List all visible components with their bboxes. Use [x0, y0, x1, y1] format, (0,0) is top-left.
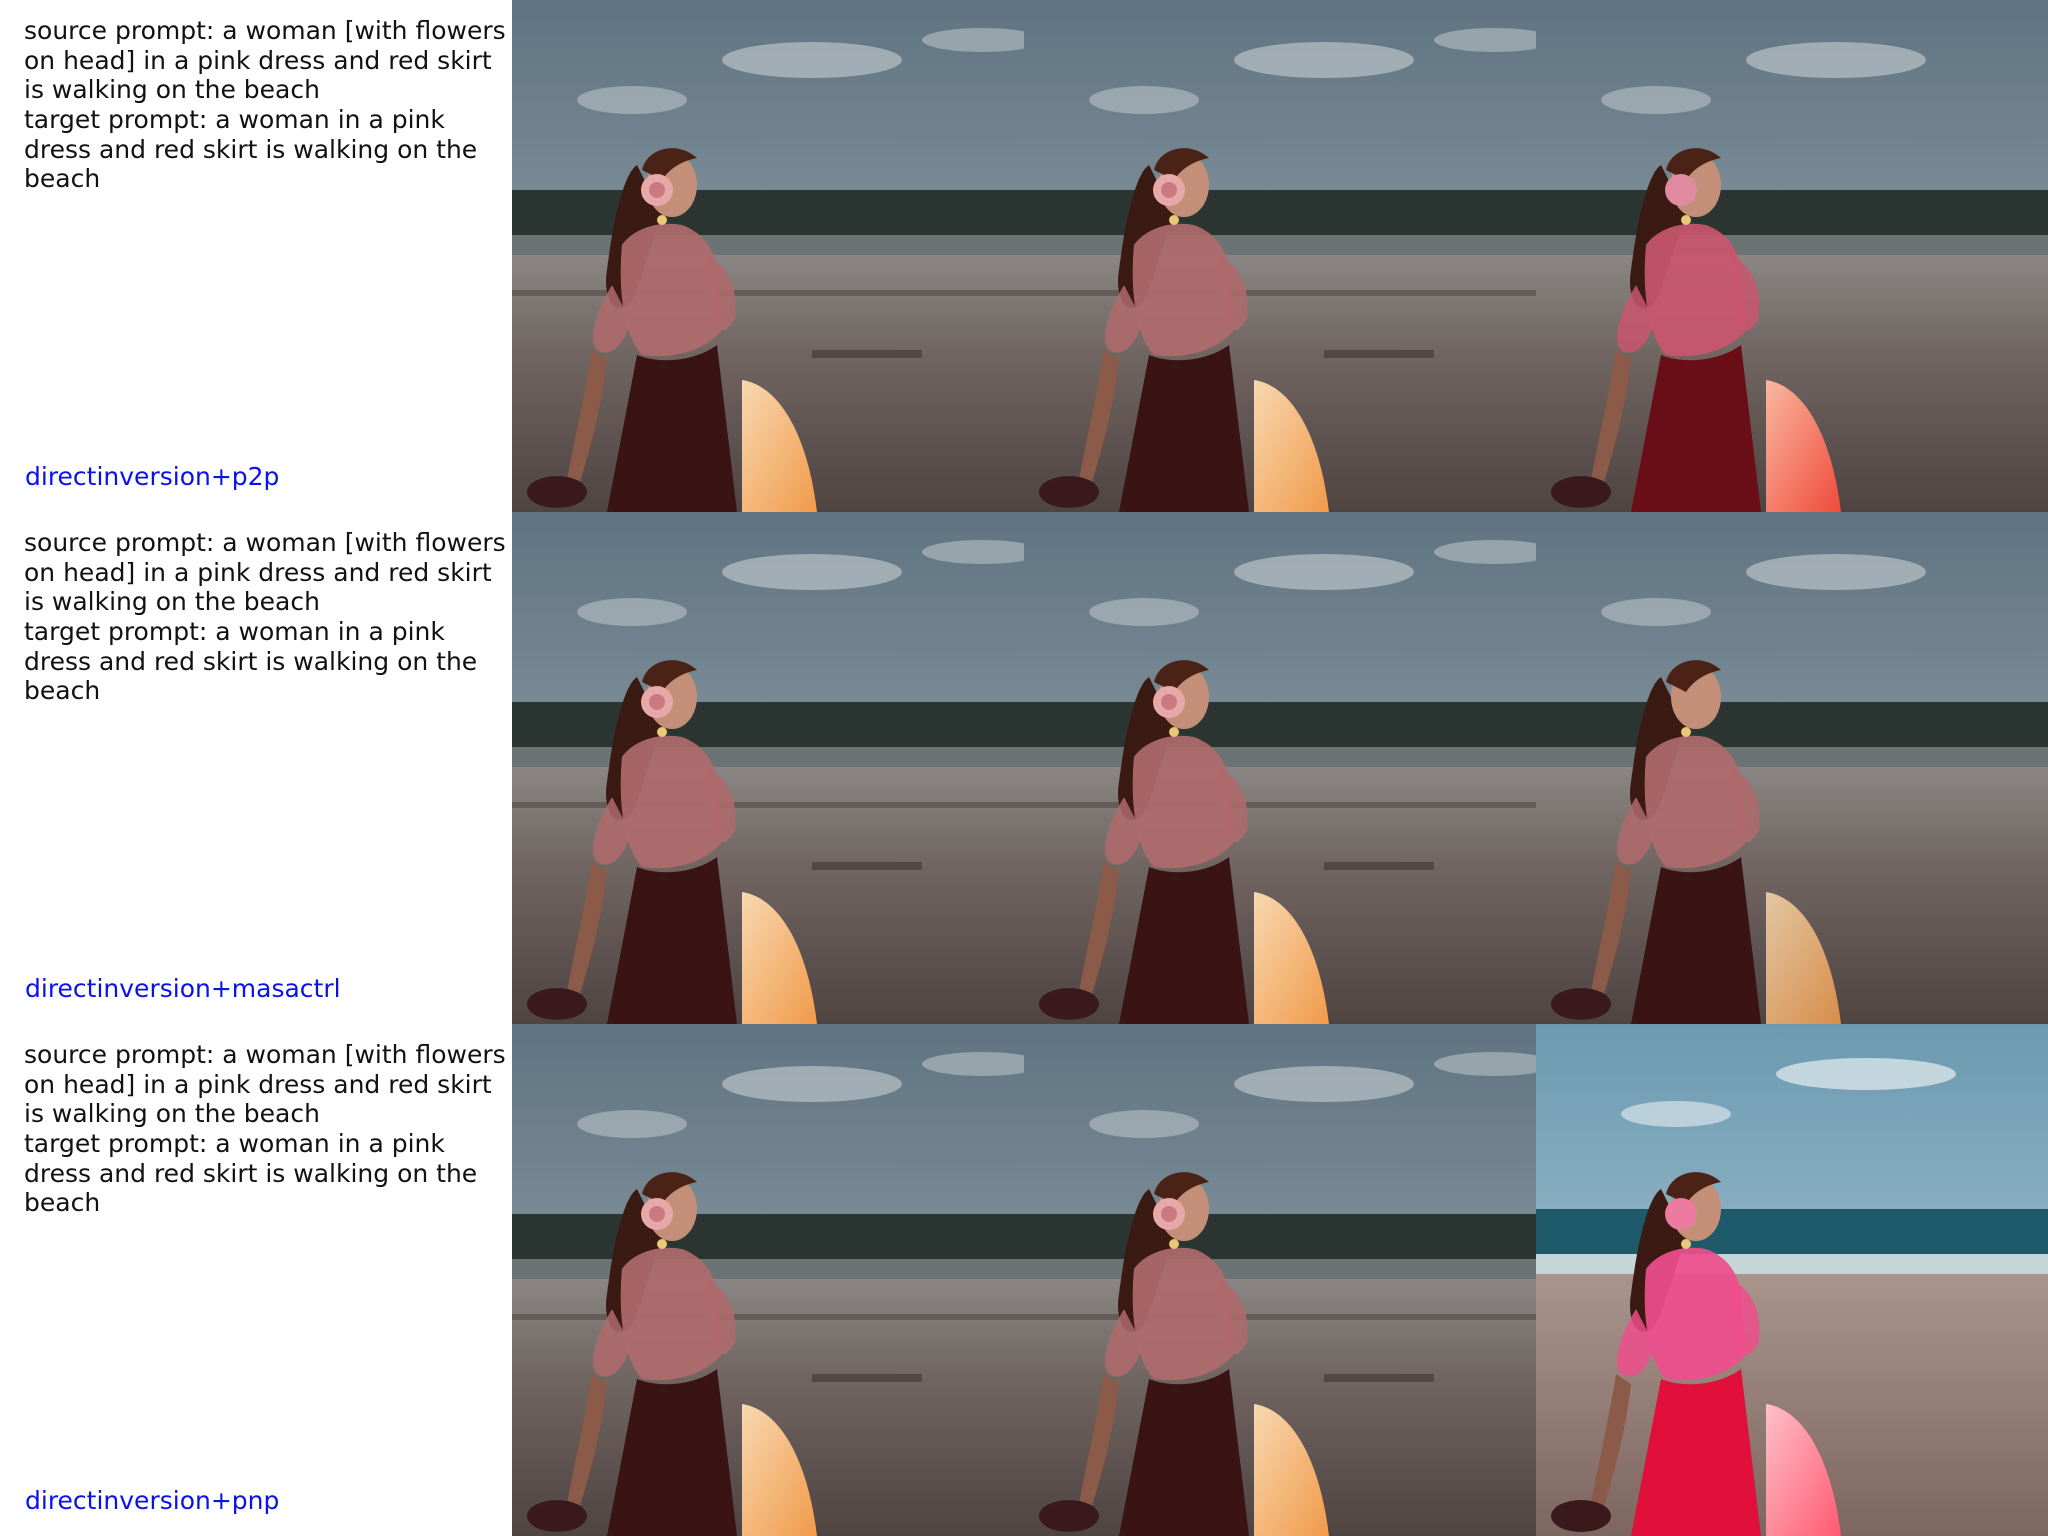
reconstructed-image — [1024, 1024, 1536, 1536]
source-image — [512, 512, 1024, 1024]
edited-image — [1536, 1024, 2048, 1536]
reconstructed-image — [1024, 512, 1536, 1024]
result-row-masactrl: source prompt: a woman [with flowers on … — [0, 512, 2048, 1024]
target-prompt: target prompt: a woman in a pink dress a… — [24, 105, 486, 193]
source-image — [512, 1024, 1024, 1536]
prompt-panel: source prompt: a woman [with flowers on … — [0, 512, 512, 1024]
reconstructed-image — [1024, 0, 1536, 512]
result-row-pnp: source prompt: a woman [with flowers on … — [0, 1024, 2048, 1536]
target-prompt: target prompt: a woman in a pink dress a… — [24, 617, 486, 705]
source-prompt: source prompt: a woman [with flowers on … — [24, 16, 514, 104]
comparison-grid: source prompt: a woman [with flowers on … — [0, 0, 2048, 1536]
source-image — [512, 0, 1024, 512]
edited-image — [1536, 512, 2048, 1024]
source-prompt: source prompt: a woman [with flowers on … — [24, 1040, 514, 1128]
target-prompt: target prompt: a woman in a pink dress a… — [24, 1129, 486, 1217]
prompt-panel: source prompt: a woman [with flowers on … — [0, 0, 512, 512]
method-label: directinversion+p2p — [25, 462, 280, 491]
method-label: directinversion+masactrl — [25, 974, 341, 1003]
method-label: directinversion+pnp — [25, 1486, 280, 1515]
source-prompt: source prompt: a woman [with flowers on … — [24, 528, 514, 616]
result-row-p2p: source prompt: a woman [with flowers on … — [0, 0, 2048, 512]
edited-image — [1536, 0, 2048, 512]
prompt-panel: source prompt: a woman [with flowers on … — [0, 1024, 512, 1536]
